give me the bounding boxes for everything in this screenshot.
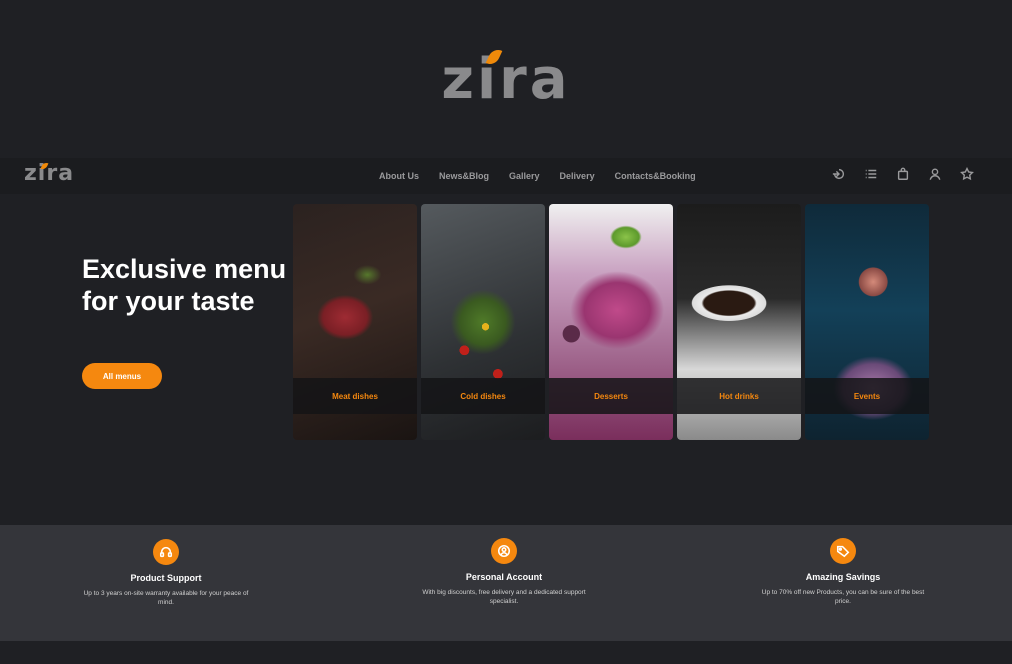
headset-icon <box>153 539 179 565</box>
nav-icons <box>832 166 974 181</box>
nav-logo[interactable]: zira <box>24 161 74 186</box>
nav-link-contacts-booking[interactable]: Contacts&Booking <box>615 171 696 181</box>
star-icon[interactable] <box>960 166 974 181</box>
menu-card-desserts[interactable]: Desserts <box>549 204 673 440</box>
list-icon[interactable] <box>864 167 878 181</box>
feature-title: Product Support <box>130 573 202 583</box>
feature-title: Amazing Savings <box>805 572 881 582</box>
nav-link-delivery[interactable]: Delivery <box>560 171 595 181</box>
menu-card-label: Events <box>805 378 929 414</box>
menu-card-label: Desserts <box>549 378 673 414</box>
nav-logo-text: zira <box>24 161 75 186</box>
menu-card-hot-drinks[interactable]: Hot drinks <box>677 204 801 440</box>
navbar: zira About Us News&Blog Gallery Delivery… <box>0 158 1012 194</box>
menu-card-label: Meat dishes <box>293 378 417 414</box>
feature-amazing-savings: Amazing Savings Up to 70% off new Produc… <box>753 538 933 606</box>
menu-card-events[interactable]: Events <box>805 204 929 440</box>
menu-card-label: Hot drinks <box>677 378 801 414</box>
feature-title: Personal Account <box>465 572 543 582</box>
hero-logo-text: zira <box>441 47 571 112</box>
bag-icon[interactable] <box>896 167 910 181</box>
feature-text: Up to 3 years on-site warranty available… <box>83 590 249 606</box>
nav-links: About Us News&Blog Gallery Delivery Cont… <box>379 158 696 194</box>
all-menus-button[interactable]: All menus <box>82 363 162 389</box>
menu-card-cold-dishes[interactable]: Cold dishes <box>421 204 545 440</box>
feature-personal-account: Personal Account With big discounts, fre… <box>414 538 594 606</box>
feature-text: With big discounts, free delivery and a … <box>422 589 586 605</box>
feature-product-support: Product Support Up to 3 years on-site wa… <box>76 539 256 607</box>
nav-link-news-blog[interactable]: News&Blog <box>439 171 489 181</box>
nav-link-gallery[interactable]: Gallery <box>509 171 540 181</box>
features-band: Product Support Up to 3 years on-site wa… <box>0 525 1012 641</box>
menu-cards: Meat dishes Cold dishes Desserts Hot dri… <box>293 204 929 440</box>
feature-text: Up to 70% off new Products, you can be s… <box>761 589 925 605</box>
tag-icon <box>830 538 856 564</box>
nav-link-about-us[interactable]: About Us <box>379 171 419 181</box>
hero-logo: zira <box>0 40 1012 130</box>
menu-card-label: Cold dishes <box>421 378 545 414</box>
hero-title: Exclusive menu for your taste <box>82 254 287 316</box>
user-icon[interactable] <box>928 167 942 181</box>
menu-card-meat-dishes[interactable]: Meat dishes <box>293 204 417 440</box>
account-icon <box>491 538 517 564</box>
login-icon[interactable] <box>832 167 846 181</box>
